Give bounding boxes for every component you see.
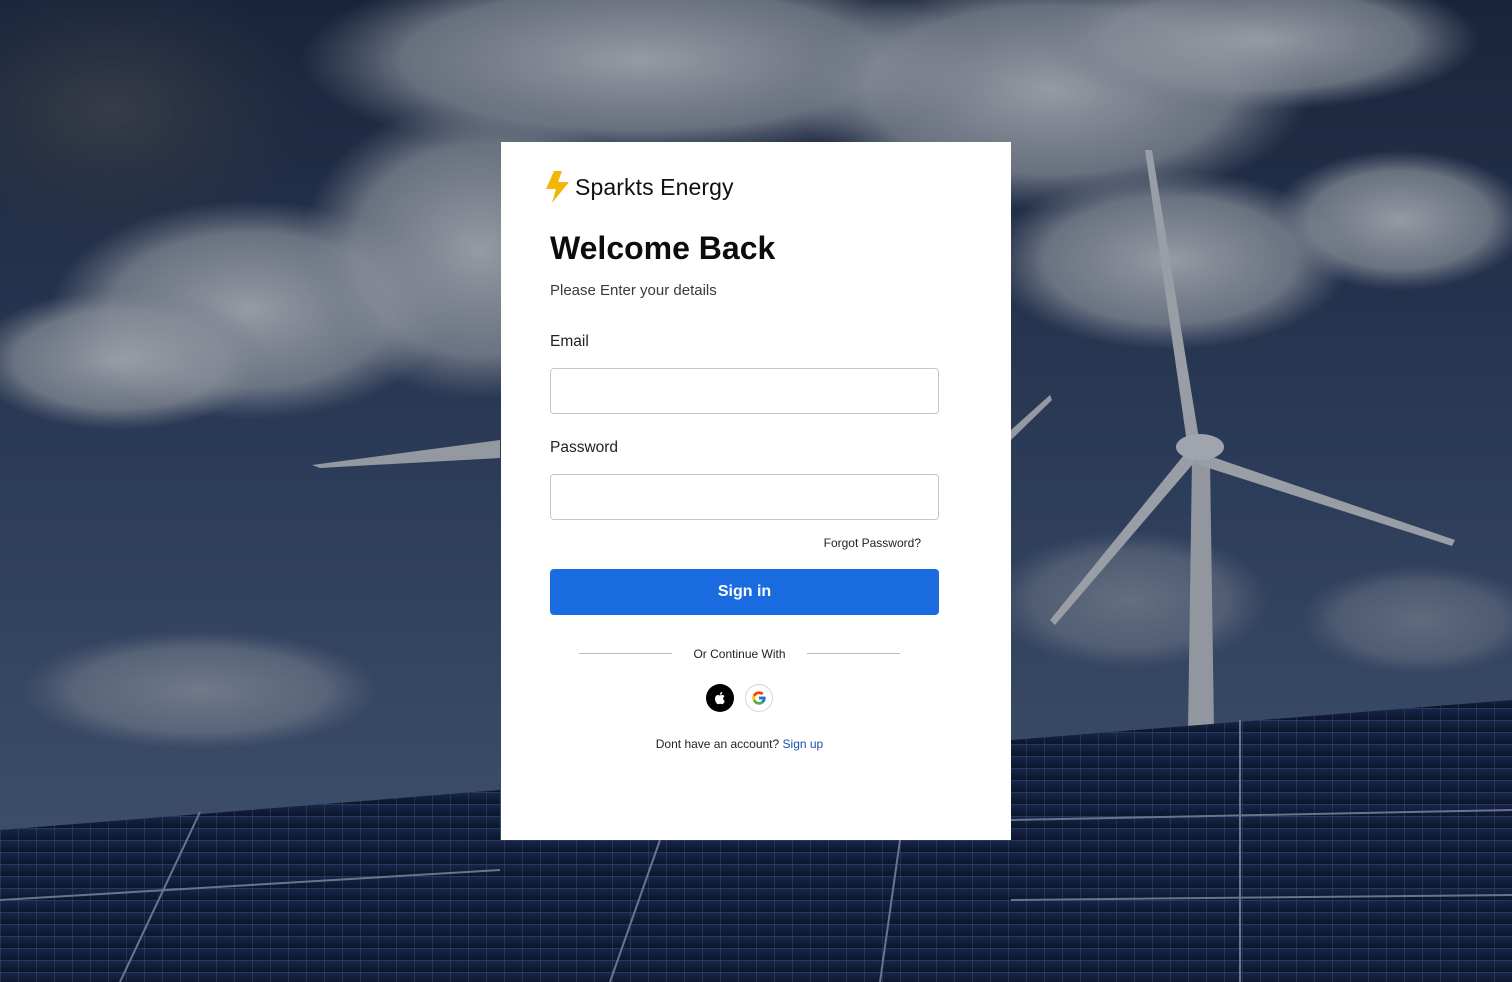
forgot-password-link[interactable]: Forgot Password? — [824, 536, 921, 550]
login-card: Sparkts Energy Welcome Back Please Enter… — [501, 142, 1011, 840]
email-label: Email — [550, 333, 589, 350]
divider-right — [807, 653, 900, 654]
password-label: Password — [550, 439, 619, 456]
page-subtitle: Please Enter your details — [550, 282, 717, 299]
sign-in-button[interactable]: Sign in — [550, 569, 939, 615]
google-sign-in-button[interactable] — [745, 684, 773, 712]
signup-row: Dont have an account? Sign up — [501, 737, 978, 751]
apple-icon — [714, 692, 725, 705]
google-icon — [752, 691, 766, 705]
divider-left — [579, 653, 672, 654]
apple-sign-in-button[interactable] — [706, 684, 734, 712]
password-field[interactable] — [550, 474, 939, 520]
sign-up-link[interactable]: Sign up — [783, 737, 824, 751]
email-field[interactable] — [550, 368, 939, 414]
or-continue-with-label: Or Continue With — [693, 647, 786, 661]
brand-name: Sparkts Energy — [575, 173, 734, 200]
page-title: Welcome Back — [550, 230, 776, 266]
lightning-bolt-icon — [546, 171, 569, 203]
signup-prompt: Dont have an account? — [655, 737, 780, 751]
brand-logo: Sparkts Energy — [545, 170, 734, 204]
